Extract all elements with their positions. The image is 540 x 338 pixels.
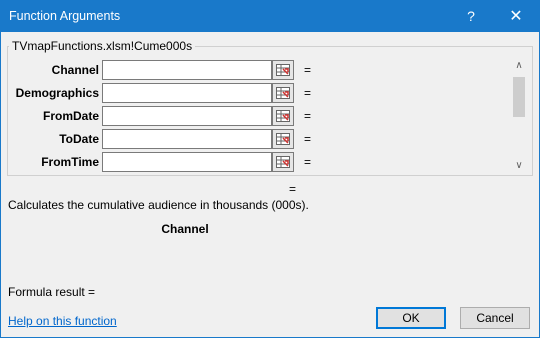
arg-row-fromdate: FromDate =	[8, 106, 528, 127]
arguments-scrollbar[interactable]: ∧ ∨	[512, 55, 526, 175]
arg-label: Channel	[51, 63, 99, 77]
arg-row-fromtime: FromTime =	[8, 152, 528, 173]
arg-equals: =	[304, 155, 312, 169]
range-select-icon[interactable]	[272, 152, 294, 172]
chevron-up-icon[interactable]: ∧	[512, 59, 526, 73]
arg-label: FromDate	[42, 109, 99, 123]
fromdate-input[interactable]	[102, 106, 272, 126]
arg-row-demographics: Demographics =	[8, 83, 528, 104]
arg-label: FromTime	[41, 155, 99, 169]
arg-row-todate: ToDate =	[8, 129, 528, 150]
range-select-icon[interactable]	[272, 83, 294, 103]
fromtime-input[interactable]	[102, 152, 272, 172]
chevron-down-icon[interactable]: ∨	[512, 159, 526, 173]
arg-label: ToDate	[59, 132, 99, 146]
function-arguments-dialog: Function Arguments ? ✕ Channel = Demogra…	[0, 0, 540, 338]
dialog-title: Function Arguments	[9, 9, 121, 23]
ok-button[interactable]: OK	[376, 307, 446, 329]
help-link[interactable]: Help on this function	[8, 314, 117, 328]
todate-input[interactable]	[102, 129, 272, 149]
help-icon[interactable]: ?	[456, 1, 486, 32]
arg-equals: =	[304, 63, 312, 77]
cancel-button[interactable]: Cancel	[460, 307, 530, 329]
function-description: Calculates the cumulative audience in th…	[8, 198, 309, 212]
arg-row-channel: Channel =	[8, 60, 528, 81]
arg-equals: =	[304, 109, 312, 123]
function-name-label: TVmapFunctions.xlsm!Cume000s	[9, 39, 196, 53]
demographics-input[interactable]	[102, 83, 272, 103]
argument-description-name: Channel	[161, 222, 209, 236]
range-select-icon[interactable]	[272, 129, 294, 149]
arg-equals: =	[304, 86, 312, 100]
arg-equals: =	[304, 132, 312, 146]
arguments-group: Channel = Demographics = FromDate = ToDa…	[7, 46, 533, 176]
channel-input[interactable]	[102, 60, 272, 80]
formula-result: Formula result =	[8, 285, 96, 299]
arg-label: Demographics	[15, 86, 99, 100]
range-select-icon[interactable]	[272, 106, 294, 126]
range-select-icon[interactable]	[272, 60, 294, 80]
scroll-thumb[interactable]	[513, 77, 525, 117]
function-result-equals: =	[289, 182, 297, 196]
close-icon[interactable]: ✕	[501, 1, 531, 32]
title-bar: Function Arguments ? ✕	[1, 1, 539, 32]
